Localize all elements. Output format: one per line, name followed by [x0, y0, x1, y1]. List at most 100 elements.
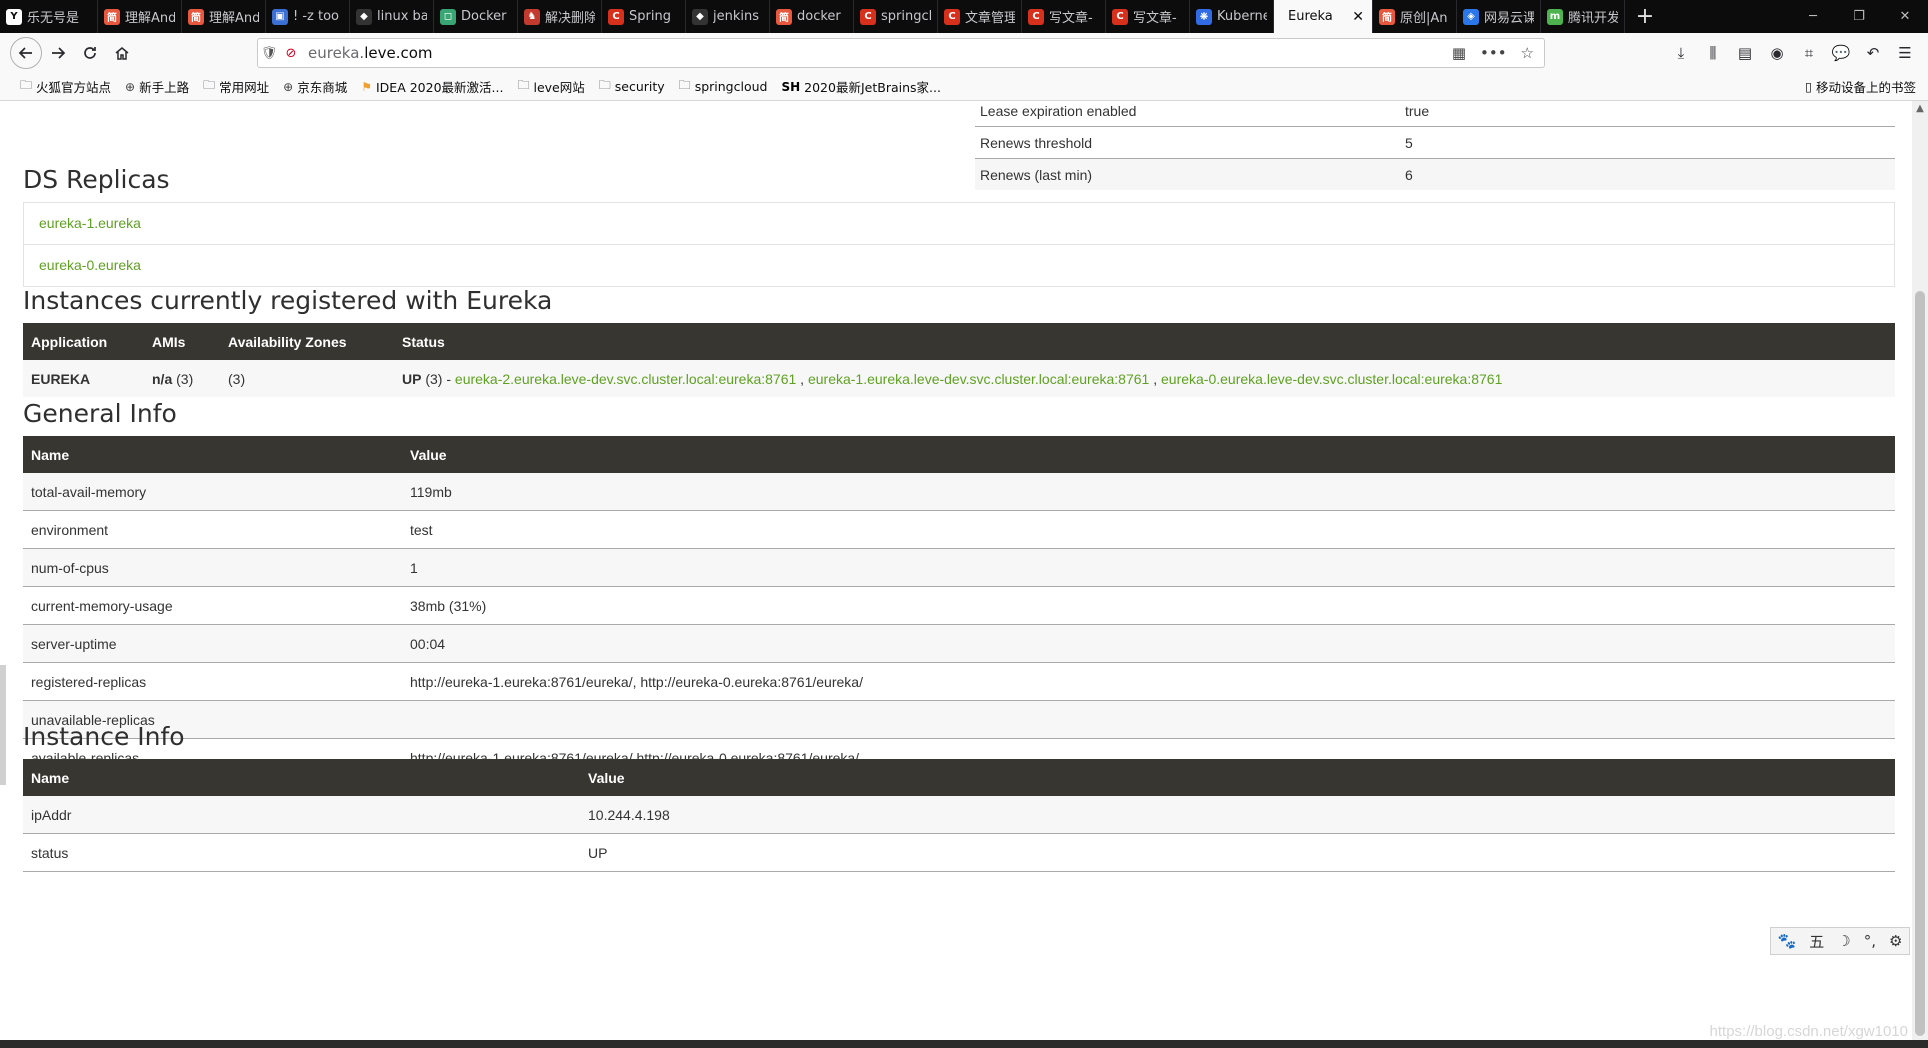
punctuation-icon[interactable]: °, [1864, 932, 1876, 950]
stat-name: Lease expiration enabled [980, 102, 1137, 119]
link-separator: , [1149, 370, 1161, 387]
replica-link[interactable]: eureka-0.eureka [24, 245, 1894, 286]
mobile-bookmarks-label: 移动设备上的书签 [1815, 80, 1916, 95]
new-tab-button[interactable]: + [1625, 0, 1665, 33]
scrollbar-thumb[interactable] [1915, 291, 1925, 1036]
row-name: server-uptime [23, 624, 402, 663]
tab[interactable]: ◆ jenkins [686, 0, 770, 33]
tab-active[interactable]: Eureka ✕ [1274, 0, 1373, 33]
half-width-moon-icon[interactable]: ☽ [1837, 932, 1850, 950]
row-value [402, 700, 1895, 739]
tab[interactable]: ▣ ! -z too [266, 0, 350, 33]
row-name: total-avail-memory [23, 473, 402, 511]
insecure-lock-icon[interactable]: ⊘ [280, 46, 302, 61]
tab[interactable]: Y 乐无号是 [0, 0, 98, 33]
row-name: ipAddr [23, 796, 580, 834]
page-actions-icon[interactable]: ••• [1480, 44, 1507, 62]
col-application: Application [31, 333, 108, 350]
globe-icon: ⊕ [283, 79, 294, 94]
tab[interactable]: ⎈ Kuberne [1190, 0, 1274, 33]
bookmark-label: leve网站 [533, 80, 585, 95]
navigation-toolbar: 🛡 ⊘ eureka.leve.com ▦ ••• ☆ ⤓ ⫼ ▤ ◉ ⌗ 💬 … [0, 33, 1928, 73]
tab-strip: Y 乐无号是简理解And 简理解And ▣! -z too ◆ linux ba ◻ Dock… [0, 0, 1625, 33]
back-button[interactable] [10, 37, 42, 69]
tab-favicon-icon: ◻ [440, 8, 456, 25]
tab[interactable]: ♞ 解决删除 [518, 0, 602, 33]
tab[interactable]: C 写文章- [1106, 0, 1190, 33]
bookmark-star-icon[interactable]: ☆ [1521, 44, 1534, 62]
bookmark-item[interactable]: ⚑ IDEA 2020最新激活... [361, 77, 503, 96]
bookmark-list: 🗀 火狐官方站点 ⊕ 新手上路 🗀 常用网址 ⊕ 京东商城 ⚑ IDEA 2020最新激活... 🗀… [0, 76, 941, 97]
mobile-bookmarks[interactable]: ▯ 移动设备上的书签 [1805, 77, 1916, 96]
col-name: Name [31, 769, 70, 786]
ime-settings-gear-icon[interactable]: ⚙ [1889, 932, 1902, 950]
instance-link-eureka-0[interactable]: eureka-0.eureka.leve-dev.svc.cluster.loc… [1161, 371, 1502, 387]
tab[interactable]: C Spring [602, 0, 686, 33]
qr-code-icon[interactable]: ▦ [1452, 44, 1466, 62]
bookmark-item[interactable]: 🗀 security [599, 76, 665, 97]
bookmark-item[interactable]: 🗀 leve网站 [517, 76, 584, 97]
instance-link-eureka-1[interactable]: eureka-1.eureka.leve-dev.svc.cluster.loc… [808, 371, 1149, 387]
tab[interactable]: ◈ 网易云课 [1457, 0, 1541, 33]
tab-favicon-icon: 简 [104, 8, 120, 25]
instance-amis: n/a (3) [144, 360, 220, 397]
library-icon[interactable]: ⫼ [1700, 37, 1726, 69]
bookmark-item[interactable]: ⊕ 京东商城 [283, 77, 347, 96]
row-name: current-memory-usage [23, 586, 402, 625]
menu-icon[interactable]: ☰ [1892, 37, 1918, 69]
baidu-paw-icon[interactable]: 🐾 [1778, 932, 1797, 950]
table-row: unavailable-replicas [23, 700, 1895, 739]
account-icon[interactable]: ◉ [1764, 37, 1790, 69]
forward-button[interactable] [42, 37, 74, 69]
instance-link-eureka-2[interactable]: eureka-2.eureka.leve-dev.svc.cluster.loc… [455, 371, 796, 387]
wubi-mode[interactable]: 五 [1809, 931, 1824, 952]
tab[interactable]: 简 docker [770, 0, 854, 33]
tab[interactable]: C 文章管理 [938, 0, 1022, 33]
tab[interactable]: ◻ Docker [434, 0, 518, 33]
tab-favicon-icon: ⎈ [1196, 8, 1212, 25]
vertical-scrollbar[interactable]: ▲ [1912, 101, 1928, 1048]
tab[interactable]: 简理解And [98, 0, 182, 33]
folder-icon: 🗀 [20, 78, 33, 92]
bookmark-label: security [614, 79, 665, 94]
instances-title: Instances currently registered with Eure… [23, 286, 553, 315]
tab-close-icon[interactable]: ✕ [1352, 9, 1364, 25]
reload-button[interactable] [74, 37, 106, 69]
close-window-icon[interactable]: ✕ [1882, 0, 1928, 33]
table-row: server-uptime 00:04 [23, 624, 1895, 663]
bookmark-item[interactable]: 🗀 springcloud [679, 76, 768, 97]
chat-icon[interactable]: 💬 [1828, 37, 1854, 69]
download-icon[interactable]: ⤓ [1668, 37, 1694, 69]
replica-link[interactable]: eureka-1.eureka [24, 203, 1894, 245]
home-button[interactable] [106, 37, 138, 69]
sidebar-icon[interactable]: ▤ [1732, 37, 1758, 69]
bookmark-label: 2020最新JetBrains家... [804, 80, 941, 95]
bookmark-item[interactable]: SH 2020最新JetBrains家... [781, 77, 940, 96]
tab[interactable]: ◆ linux ba [350, 0, 434, 33]
minimize-icon[interactable]: ─ [1790, 0, 1836, 33]
tab[interactable]: 简原创|An [1373, 0, 1457, 33]
scroll-up-icon[interactable]: ▲ [1912, 103, 1928, 114]
bookmarks-toolbar: 🗀 火狐官方站点 ⊕ 新手上路 🗀 常用网址 ⊕ 京东商城 ⚑ IDEA 2020最新激活... 🗀… [0, 73, 1928, 101]
idea-icon: ⚑ [361, 79, 372, 94]
tab-title: linux ba [377, 9, 427, 24]
taskbar-strip [0, 1040, 1928, 1048]
url-text[interactable]: eureka.leve.com [308, 44, 433, 62]
tab-favicon-icon: Y [6, 8, 22, 25]
table-row: ipAddr 10.244.4.198 [23, 796, 1895, 834]
general-info-rows: total-avail-memory 119mb environment test nu… [23, 473, 1895, 777]
tab[interactable]: Cspringcl [854, 0, 938, 33]
tab[interactable]: C 写文章- [1022, 0, 1106, 33]
tab[interactable]: 简理解And [182, 0, 266, 33]
shield-icon[interactable]: 🛡 [258, 46, 280, 61]
bookmark-item[interactable]: ⊕ 新手上路 [125, 77, 189, 96]
bookmark-item[interactable]: 🗀 常用网址 [203, 76, 269, 97]
restore-icon[interactable]: ❐ [1836, 0, 1882, 33]
bookmark-item[interactable]: 🗀 火狐官方站点 [20, 76, 111, 97]
globe-icon: ⊕ [125, 79, 136, 94]
page-viewport[interactable]: Lease expiration enabled true Renews thres… [0, 101, 1912, 1048]
undo-icon[interactable]: ↶ [1860, 37, 1886, 69]
tab[interactable]: m 腾讯开发 [1541, 0, 1625, 33]
screenshot-icon[interactable]: ⌗ [1796, 37, 1822, 69]
url-bar[interactable]: 🛡 ⊘ eureka.leve.com ▦ ••• ☆ [257, 38, 1545, 68]
